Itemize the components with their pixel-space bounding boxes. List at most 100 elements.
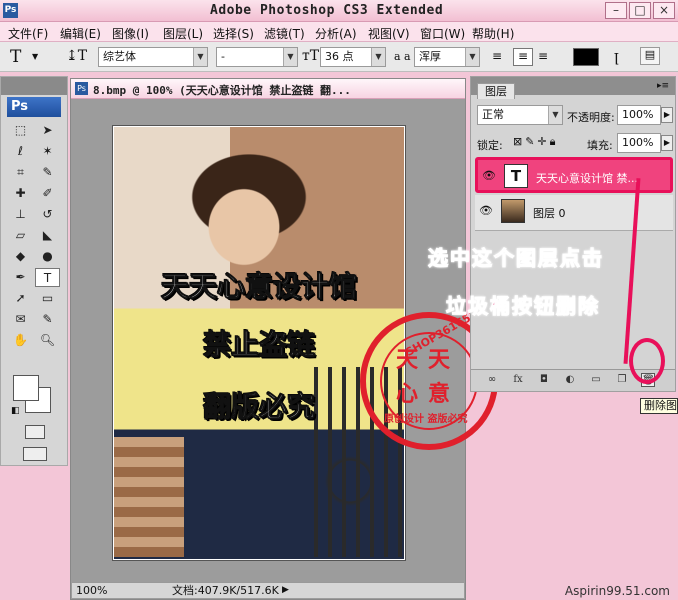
zoom-level[interactable]: 100% [76,583,107,598]
fill-value: 100% [622,136,654,149]
panel-menu-icon[interactable]: ▸≡ [657,81,669,91]
zoom-tool-icon[interactable]: 🔍︎ [35,331,60,350]
dodge-tool-icon[interactable]: ● [35,247,60,266]
clone-stamp-icon[interactable]: ⊥ [8,205,33,224]
tool-preset-arrow-icon[interactable]: ▼ [32,52,38,61]
align-center-icon[interactable]: ≡ [513,48,533,66]
menu-analysis[interactable]: 分析(A) [315,25,357,42]
menu-filter[interactable]: 滤镜(T) [264,25,305,42]
warp-text-icon[interactable]: ꞁ [614,47,619,65]
menu-file[interactable]: 文件(F) [8,25,48,42]
notes-tool-icon[interactable]: ✉ [8,310,33,329]
character-panel-icon[interactable]: ▤ [640,47,660,65]
opacity-slider-arrow-icon[interactable]: ▶ [661,107,673,123]
title-bar: Ps Adobe Photoshop CS3 Extended – □ × [0,0,678,22]
default-colors-icon[interactable]: ◧ [11,406,20,416]
annotation-line-2: 垃圾桶按钮删除 [446,294,600,319]
status-arrow-icon[interactable]: ▶ [282,583,289,598]
menu-window[interactable]: 窗口(W) [420,25,465,42]
paint-bucket-icon[interactable]: ◣ [35,226,60,245]
layer-mask-icon[interactable]: ◘ [537,373,551,387]
eraser-tool-icon[interactable]: ▱ [8,226,33,245]
minimize-button[interactable]: – [605,2,627,19]
menu-help[interactable]: 帮助(H) [472,25,514,42]
align-left-icon[interactable]: ≡ [492,49,510,65]
document-tab[interactable]: Ps 8.bmp @ 100% (天天心意设计馆 禁止盗链 翻... [71,79,465,99]
layer-row-text[interactable]: 👁︎ T 天天心意设计馆 禁... [475,157,673,193]
pen-tool-icon[interactable]: ✒ [8,268,33,287]
quick-mask-icon[interactable] [25,425,45,439]
image-layer-thumbnail [501,199,525,223]
type-tool-icon[interactable]: T [10,47,21,67]
history-brush-icon[interactable]: ↺ [35,205,60,224]
close-button[interactable]: × [653,2,675,19]
adjustment-layer-icon[interactable]: ◐ [563,373,577,387]
seal-char-3: 心 [396,381,419,407]
seal-bottom-text: 原创设计 盗版必究 [384,414,468,425]
magic-wand-tool-icon[interactable]: ✶ [35,142,60,161]
blend-mode-select[interactable]: 正常 ▼ [477,105,563,125]
lock-icons[interactable]: ⊠✎✛🔒︎ [513,135,559,149]
type-tool-active-icon[interactable]: T [35,268,60,287]
font-size-value: 36 点 [325,50,354,63]
site-url: Aspirin99.51.com [564,584,670,598]
text-layer-thumbnail: T [504,164,528,188]
doc-info: 文档:407.9K/517.6K [172,584,279,597]
slice-tool-icon[interactable]: ✎ [35,163,60,182]
delete-layer-tooltip: 删除图 [640,398,678,414]
layer-row-image[interactable]: 👁︎ 图层 0 [475,195,673,231]
toolbox-logo: Ps [7,97,61,117]
lasso-tool-icon[interactable]: ℓ [8,142,33,161]
new-layer-icon[interactable]: ❐ [615,373,629,387]
font-style-select[interactable]: - ▼ [216,47,298,67]
chevron-down-icon: ▼ [548,106,562,124]
chevron-down-icon: ▼ [283,48,297,66]
align-right-icon[interactable]: ≡ [538,49,556,65]
visibility-eye-icon[interactable]: 👁︎ [481,169,497,183]
visibility-eye-icon[interactable]: 👁︎ [478,204,494,218]
path-selection-icon[interactable]: ➚ [8,289,33,308]
font-size-select[interactable]: 36 点 ▼ [320,47,386,67]
maximize-button[interactable]: □ [629,2,651,19]
move-tool-icon[interactable]: ➤ [35,121,60,140]
brush-tool-icon[interactable]: ✐ [35,184,60,203]
annotation-circle [629,338,665,384]
hand-tool-icon[interactable]: ✋ [8,331,33,350]
tab-layers[interactable]: 图层 [477,83,515,99]
eyedropper-tool-icon[interactable]: ✎ [35,310,60,329]
font-style-value: - [221,50,225,63]
canvas[interactable]: 天天心意设计馆 禁止盗链 翻版必究 [112,125,406,561]
document-icon: Ps [75,82,88,95]
toolbox-header[interactable] [1,77,67,95]
window-title: Adobe Photoshop CS3 Extended [210,3,444,18]
antialias-select[interactable]: 浑厚 ▼ [414,47,480,67]
menu-layer[interactable]: 图层(L) [163,25,203,42]
menu-view[interactable]: 视图(V) [368,25,410,42]
blend-mode-value: 正常 [482,108,504,121]
chevron-down-icon: ▼ [371,48,385,66]
orientation-toggle-icon[interactable]: ↨T [66,48,87,64]
chevron-down-icon: ▼ [193,48,207,66]
stairs-image [114,437,184,557]
app-icon: Ps [3,3,18,18]
layer-style-icon[interactable]: fx [511,373,525,387]
annotation-line-1: 选中这个图层点击 [428,246,604,271]
fill-field[interactable]: 100% [617,133,661,153]
new-group-icon[interactable]: ▭ [589,373,603,387]
marquee-tool-icon[interactable]: ⬚ [8,121,33,140]
foreground-color-swatch[interactable] [13,375,39,401]
healing-brush-icon[interactable]: ✚ [8,184,33,203]
menu-image[interactable]: 图像(I) [112,25,149,42]
blur-tool-icon[interactable]: ◆ [8,247,33,266]
font-family-select[interactable]: 综艺体 ▼ [98,47,208,67]
menu-edit[interactable]: 编辑(E) [60,25,101,42]
opacity-field[interactable]: 100% [617,105,661,125]
text-color-swatch[interactable] [573,48,599,66]
menu-select[interactable]: 选择(S) [213,25,254,42]
crop-tool-icon[interactable]: ⌗ [8,163,33,182]
rectangle-tool-icon[interactable]: ▭ [35,289,60,308]
antialias-value: 浑厚 [419,50,441,63]
link-layers-icon[interactable]: ∞ [485,373,499,387]
fill-slider-arrow-icon[interactable]: ▶ [661,135,673,151]
screen-mode-icon[interactable] [23,447,47,461]
